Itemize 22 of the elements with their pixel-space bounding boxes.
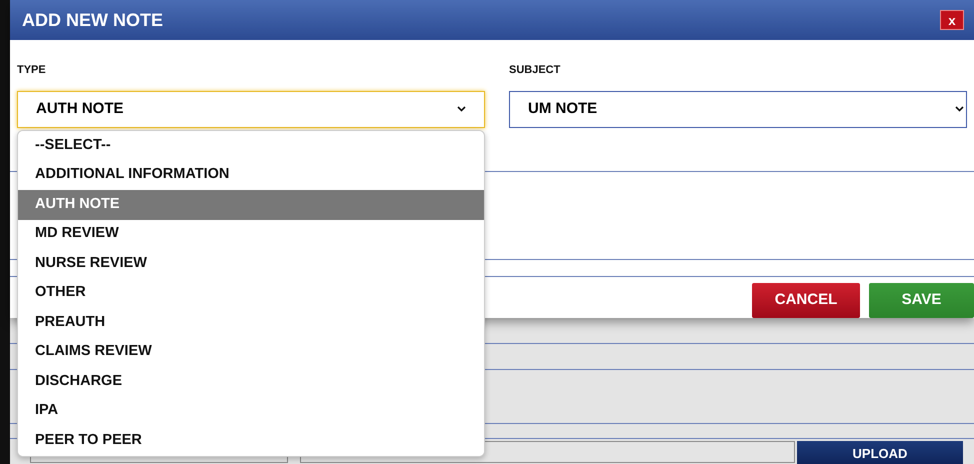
cancel-button[interactable]: CANCEL <box>752 282 860 318</box>
close-button[interactable]: x <box>940 10 964 30</box>
dropdown-option[interactable]: IPA <box>18 396 484 426</box>
chevron-down-icon <box>955 106 964 112</box>
dropdown-option[interactable]: MD REVIEW <box>18 220 484 249</box>
save-button[interactable]: SAVE <box>869 282 974 318</box>
chevron-down-icon <box>457 106 466 112</box>
dropdown-option[interactable]: --SELECT-- <box>18 131 484 160</box>
type-select[interactable]: AUTH NOTE <box>17 90 485 128</box>
field-label: SUBJECT <box>509 63 562 78</box>
field-label: TYPE <box>17 63 47 78</box>
subject-select[interactable]: UM NOTE <box>509 90 967 128</box>
dropdown-option[interactable]: PEER TO PEER <box>18 426 484 456</box>
dropdown-option[interactable]: NURSE REVIEW <box>18 249 484 278</box>
upload-button[interactable]: UPLOAD <box>797 441 963 464</box>
dropdown-option[interactable]: AUTH NOTE <box>18 190 484 220</box>
dropdown-option[interactable]: PREAUTH <box>18 308 484 338</box>
dialog-title: ADD NEW NOTE <box>22 8 163 32</box>
dropdown-option[interactable]: OTHER <box>18 278 484 308</box>
dropdown-option[interactable]: CLAIMS REVIEW <box>18 338 484 367</box>
dropdown-option[interactable]: ADDITIONAL INFORMATION <box>18 160 484 190</box>
dropdown-option[interactable]: DISCHARGE <box>18 367 484 396</box>
